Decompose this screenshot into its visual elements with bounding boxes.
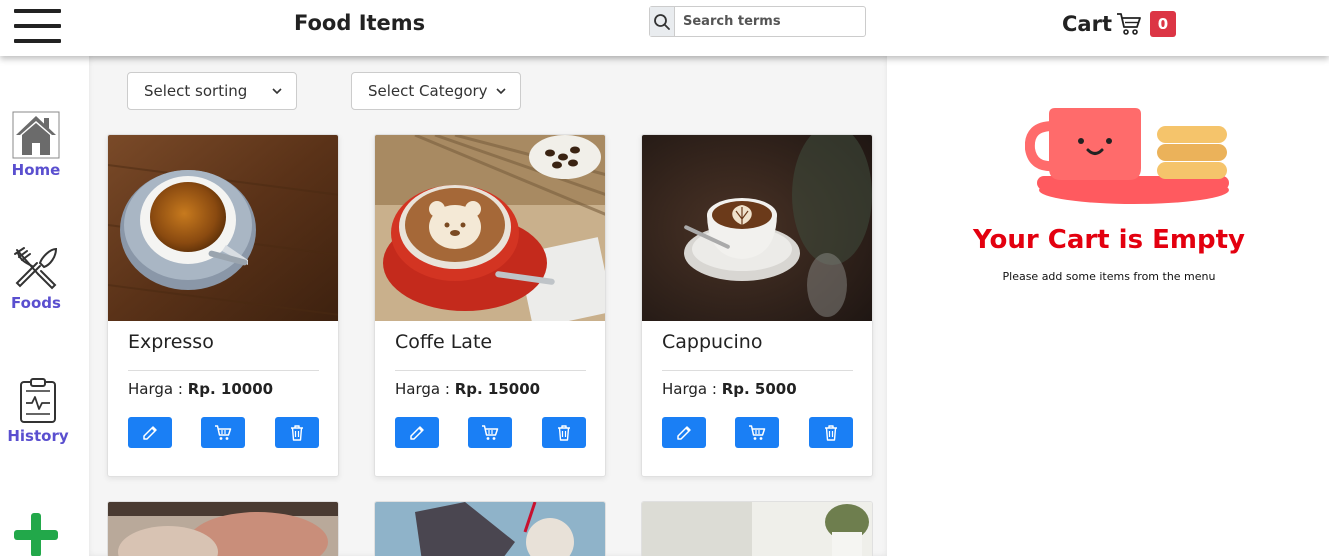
pencil-icon — [677, 425, 691, 440]
trash-icon — [291, 424, 303, 441]
cart-add-icon — [215, 424, 232, 440]
sidebar-item-history[interactable]: History — [2, 377, 74, 445]
search-bar — [649, 6, 866, 37]
cart-empty-subtitle: Please add some items from the menu — [1002, 270, 1216, 283]
product-card: Cappucino Harga : Rp. 5000 — [641, 134, 873, 477]
clipboard-icon — [20, 378, 56, 423]
divider — [395, 370, 586, 371]
product-image — [375, 502, 605, 556]
sidebar-item-history-label: History — [7, 427, 69, 445]
price-value: Rp. 10000 — [187, 380, 274, 398]
divider — [662, 370, 853, 371]
sorting-select-value: Select sorting — [144, 82, 248, 100]
product-card-partial — [374, 501, 606, 556]
delete-button[interactable] — [542, 417, 586, 448]
category-select[interactable]: Select Category — [351, 72, 521, 110]
product-image — [642, 502, 872, 556]
edit-button[interactable] — [395, 417, 439, 448]
product-image-coffe-late — [375, 135, 605, 321]
cart-header-label: Cart — [1062, 12, 1112, 36]
top-navbar: Food Items Cart 0 — [0, 0, 1329, 56]
sidebar: Home Foods History — [0, 56, 89, 556]
cart-empty-title: Your Cart is Empty — [973, 225, 1245, 255]
sidebar-item-add[interactable] — [0, 511, 72, 556]
shopping-cart-icon — [1116, 13, 1141, 35]
search-button[interactable] — [650, 7, 675, 36]
price-value: Rp. 5000 — [721, 380, 797, 398]
price-value: Rp. 15000 — [454, 380, 541, 398]
search-icon — [654, 13, 670, 30]
sidebar-item-home[interactable]: Home — [0, 111, 72, 179]
product-card: Expresso Harga : Rp. 10000 — [107, 134, 339, 477]
product-card-partial — [641, 501, 873, 556]
product-name: Expresso — [128, 331, 214, 353]
product-card-partial — [107, 501, 339, 556]
sidebar-item-foods-label: Foods — [11, 294, 61, 312]
product-name: Cappucino — [662, 331, 763, 353]
empty-cart-illustration — [1025, 108, 1229, 204]
home-icon — [12, 111, 60, 159]
cart-header-button[interactable]: Cart 0 — [1062, 11, 1176, 37]
product-price: Harga : Rp. 10000 — [128, 380, 273, 398]
add-to-cart-button[interactable] — [735, 417, 779, 448]
trash-icon — [825, 424, 837, 441]
product-name: Coffe Late — [395, 331, 493, 353]
edit-button[interactable] — [662, 417, 706, 448]
price-label: Harga : — [395, 380, 455, 398]
cart-add-icon — [482, 424, 499, 440]
pencil-icon — [143, 425, 157, 440]
price-label: Harga : — [128, 380, 188, 398]
product-image-expresso — [108, 135, 338, 321]
product-grid-area: Select sorting Select Category Expresso … — [89, 56, 887, 556]
trash-icon — [558, 424, 570, 441]
cart-panel: Your Cart is Empty Please add some items… — [889, 56, 1329, 556]
fork-knife-icon — [14, 247, 58, 290]
add-to-cart-button[interactable] — [468, 417, 512, 448]
product-price: Harga : Rp. 5000 — [662, 380, 797, 398]
edit-button[interactable] — [128, 417, 172, 448]
hamburger-menu-button[interactable] — [14, 9, 61, 43]
product-price: Harga : Rp. 15000 — [395, 380, 540, 398]
add-to-cart-button[interactable] — [201, 417, 245, 448]
sidebar-item-home-label: Home — [11, 161, 61, 179]
delete-button[interactable] — [275, 417, 319, 448]
cart-count-badge: 0 — [1149, 11, 1176, 37]
cart-add-icon — [749, 424, 766, 440]
page-title: Food Items — [294, 11, 426, 35]
sorting-select[interactable]: Select sorting — [127, 72, 297, 110]
product-card: Coffe Late Harga : Rp. 15000 — [374, 134, 606, 477]
sidebar-item-foods[interactable]: Foods — [0, 244, 72, 312]
search-input[interactable] — [675, 7, 865, 36]
pencil-icon — [410, 425, 424, 440]
plus-icon — [14, 513, 58, 556]
chevron-down-icon — [496, 87, 506, 94]
product-image — [108, 502, 338, 556]
product-image-cappucino — [642, 135, 872, 321]
chevron-down-icon — [272, 87, 282, 94]
category-select-value: Select Category — [368, 82, 488, 100]
price-label: Harga : — [662, 380, 722, 398]
delete-button[interactable] — [809, 417, 853, 448]
divider — [128, 370, 319, 371]
